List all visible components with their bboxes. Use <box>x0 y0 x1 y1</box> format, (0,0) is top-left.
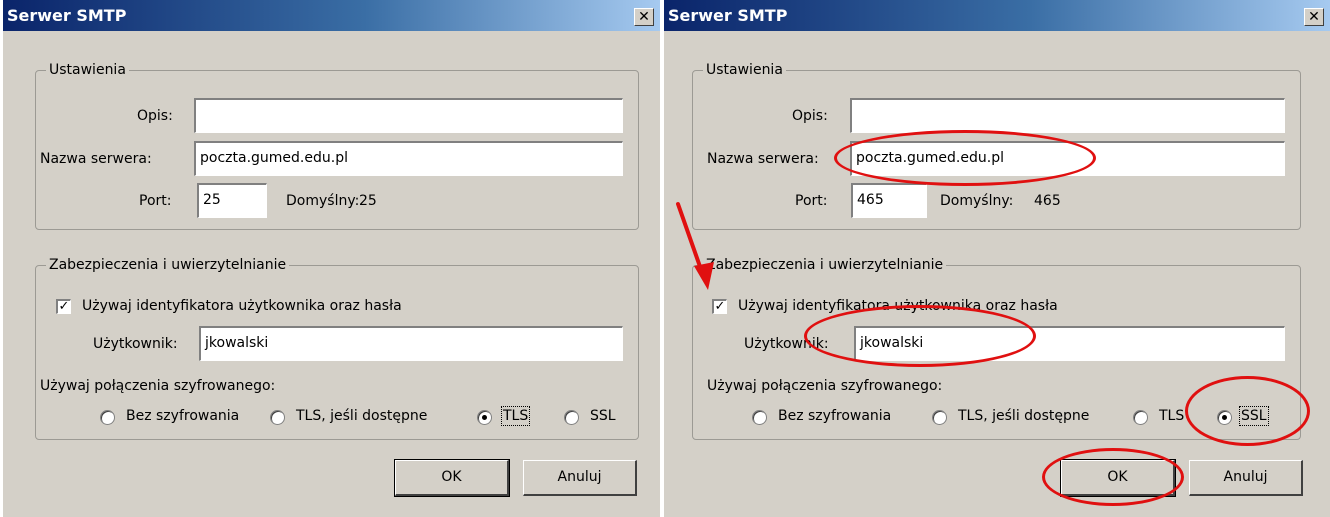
encryption-label: Używaj połączenia szyfrowanego: <box>707 378 943 394</box>
description-label: Opis: <box>137 108 173 124</box>
smtp-dialog-left: Serwer SMTP ✕ Ustawienia Opis: Nazwa ser… <box>3 0 660 517</box>
server-name-input[interactable]: poczta.gumed.edu.pl <box>194 141 623 176</box>
radio-ssl[interactable] <box>564 410 579 425</box>
window-title: Serwer SMTP <box>7 6 127 25</box>
server-name-input[interactable]: poczta.gumed.edu.pl <box>850 141 1285 176</box>
username-label: Użytkownik: <box>744 336 829 352</box>
server-name-label: Nazwa serwera: <box>40 151 152 167</box>
security-legend: Zabezpieczenia i uwierzytelnianie <box>706 257 944 273</box>
radio-no-encryption[interactable] <box>752 410 767 425</box>
checkmark-icon: ✓ <box>58 299 70 314</box>
checkmark-icon: ✓ <box>714 299 726 314</box>
radio-tls-label: TLS <box>1159 408 1185 424</box>
ok-button[interactable]: OK <box>1060 459 1176 497</box>
radio-ssl-label: SSL <box>1239 406 1269 426</box>
port-input[interactable]: 465 <box>851 183 927 218</box>
cancel-button[interactable]: Anuluj <box>523 460 637 496</box>
radio-tls-label: TLS <box>500 406 531 426</box>
port-label: Port: <box>795 193 828 209</box>
close-icon: ✕ <box>1308 9 1320 25</box>
description-label: Opis: <box>792 108 828 124</box>
description-input[interactable] <box>850 98 1285 133</box>
close-icon: ✕ <box>638 9 650 25</box>
server-name-label: Nazwa serwera: <box>707 151 819 167</box>
username-input[interactable]: jkowalski <box>199 326 623 361</box>
close-button[interactable]: ✕ <box>1304 8 1324 26</box>
security-legend: Zabezpieczenia i uwierzytelnianie <box>49 257 287 273</box>
default-port-value: 25 <box>359 193 377 209</box>
default-port-value: 465 <box>1034 193 1061 209</box>
encryption-label: Używaj połączenia szyfrowanego: <box>40 378 276 394</box>
use-auth-label: Używaj identyfikatora użytkownika oraz h… <box>82 298 402 314</box>
settings-legend: Ustawienia <box>49 62 126 78</box>
smtp-dialog-right: Serwer SMTP ✕ Ustawienia Opis: Nazwa ser… <box>664 0 1330 517</box>
radio-no-encryption[interactable] <box>100 410 115 425</box>
radio-no-encryption-label: Bez szyfrowania <box>126 408 240 424</box>
username-input[interactable]: jkowalski <box>854 326 1285 361</box>
radio-tls-if-available[interactable] <box>932 410 947 425</box>
radio-tls-if-available[interactable] <box>270 410 285 425</box>
radio-ssl[interactable] <box>1217 410 1232 425</box>
radio-ssl-label: SSL <box>590 408 616 424</box>
radio-tls-if-available-label: TLS, jeśli dostępne <box>296 408 428 424</box>
description-input[interactable] <box>194 98 623 133</box>
use-auth-checkbox[interactable]: ✓ <box>56 299 71 314</box>
title-bar: Serwer SMTP ✕ <box>664 0 1330 31</box>
username-label: Użytkownik: <box>93 336 178 352</box>
radio-no-encryption-label: Bez szyfrowania <box>778 408 892 424</box>
radio-tls[interactable] <box>1133 410 1148 425</box>
port-label: Port: <box>139 193 172 209</box>
cancel-button[interactable]: Anuluj <box>1189 460 1303 496</box>
window-title: Serwer SMTP <box>668 6 788 25</box>
default-port-label: Domyślny: <box>940 193 1014 209</box>
ok-button[interactable]: OK <box>394 459 510 497</box>
radio-tls-if-available-label: TLS, jeśli dostępne <box>958 408 1090 424</box>
default-port-label: Domyślny: <box>286 193 360 209</box>
radio-tls[interactable] <box>477 410 492 425</box>
close-button[interactable]: ✕ <box>634 8 654 26</box>
title-bar: Serwer SMTP ✕ <box>3 0 660 31</box>
use-auth-checkbox[interactable]: ✓ <box>712 299 727 314</box>
settings-legend: Ustawienia <box>706 62 783 78</box>
use-auth-label: Używaj identyfikatora użytkownika oraz h… <box>738 298 1058 314</box>
port-input[interactable]: 25 <box>197 183 267 218</box>
